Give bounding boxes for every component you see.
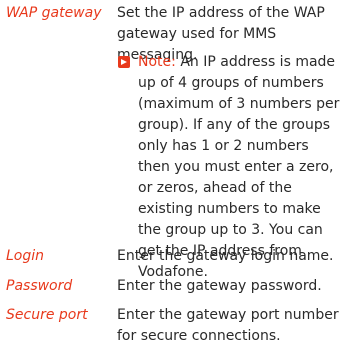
- term-wap-gateway: WAP gateway: [6, 5, 102, 21]
- definition-login: Enter the gateway login name.: [117, 248, 334, 264]
- term-secure-port: Secure port: [6, 307, 88, 323]
- note-arrow-icon: [118, 56, 130, 68]
- term-password: Password: [6, 278, 73, 294]
- note-label: Note:: [138, 54, 176, 70]
- definition-password: Enter the gateway password.: [117, 278, 322, 294]
- term-login: Login: [6, 248, 45, 264]
- settings-glossary: WAP gateway Set the IP address of the WA…: [0, 0, 350, 346]
- definition-secure-port: Enter the gateway port number for secure…: [117, 307, 339, 344]
